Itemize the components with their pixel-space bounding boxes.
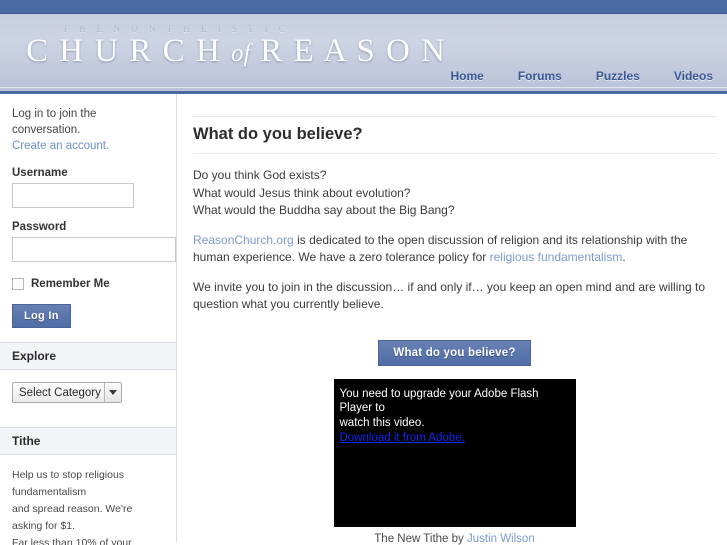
nav-item-videos[interactable]: Videos	[674, 69, 713, 83]
remember-me-row[interactable]: Remember Me	[12, 278, 166, 290]
remember-me-label: Remember Me	[31, 278, 110, 290]
main-content: What do you believe? Do you think God ex…	[177, 94, 727, 545]
title-bottom-divider	[193, 153, 716, 154]
fundamentalism-link[interactable]: religious fundamentalism	[490, 250, 623, 264]
site-logo-title: C H U R C H of R E A S O N	[26, 33, 445, 70]
main-navigation: Home Forums Puzzles Videos	[450, 69, 713, 83]
flash-message-line-2: watch this video.	[339, 416, 425, 429]
video-caption: The New Tithe by Justin Wilson	[193, 533, 716, 545]
invitation-paragraph: We invite you to join in the discussion……	[193, 279, 706, 312]
question-3: What would the Buddha say about the Big …	[193, 203, 455, 217]
question-1: Do you think God exists?	[193, 168, 327, 182]
sidebar: Log in to join the conversation. Create …	[0, 94, 177, 545]
login-panel: Log in to join the conversation. Create …	[0, 94, 176, 328]
flash-upgrade-message: You need to upgrade your Adobe Flash Pla…	[340, 387, 570, 431]
video-section: You need to upgrade your Adobe Flash Pla…	[193, 378, 716, 545]
chevron-down-icon[interactable]	[104, 383, 121, 402]
login-button[interactable]: Log In	[12, 304, 71, 328]
page-title: What do you believe?	[193, 125, 363, 143]
site-header: · T H E N O N T H E I S T I C · C H U R …	[0, 14, 727, 94]
question-2: What would Jesus think about evolution?	[193, 185, 411, 200]
what-do-you-believe-button[interactable]: What do you believe?	[378, 339, 531, 366]
tithe-section-body: Help us to stop religious fundamentalism…	[0, 455, 176, 545]
login-intro-text: Log in to join the conversation.	[12, 108, 97, 136]
tithe-line-1: Help us to stop religious fundamentalism	[12, 469, 125, 498]
flash-message-line-1: You need to upgrade your Adobe Flash Pla…	[339, 387, 539, 415]
video-player[interactable]: You need to upgrade your Adobe Flash Pla…	[333, 378, 576, 527]
remember-me-checkbox[interactable]	[12, 278, 24, 290]
cta-row: What do you believe?	[193, 339, 716, 366]
login-intro: Log in to join the conversation. Create …	[12, 106, 166, 154]
tithe-line-3: Far less than 10% of your income. ;)	[12, 537, 132, 545]
username-input[interactable]	[12, 183, 134, 208]
question-list: Do you think God exists? What would Jesu…	[193, 167, 716, 220]
top-accent-bar	[0, 0, 727, 14]
site-logo-title-of: of	[231, 40, 251, 67]
video-author-link[interactable]: Justin Wilson	[467, 533, 535, 545]
intro-paragraph: ReasonChurch.org is dedicated to the ope…	[193, 232, 716, 267]
category-select-value: Select Category	[19, 386, 101, 399]
nav-item-forums[interactable]: Forums	[518, 69, 562, 83]
nav-item-home[interactable]: Home	[450, 69, 483, 83]
password-label: Password	[12, 221, 67, 233]
page-body: Log in to join the conversation. Create …	[0, 94, 727, 545]
nav-item-puzzles[interactable]: Puzzles	[596, 69, 640, 83]
explore-section-heading: Explore	[0, 342, 176, 370]
tithe-description: Help us to stop religious fundamentalism…	[12, 467, 164, 545]
tithe-line-2: and spread reason. We're asking for $1.	[12, 503, 133, 532]
adobe-download-link[interactable]: Download it from Adobe.	[340, 432, 465, 444]
category-select[interactable]: Select Category	[12, 382, 122, 403]
video-caption-text: The New Tithe by	[374, 532, 467, 545]
explore-section-body: Select Category	[0, 370, 176, 413]
create-account-link[interactable]: Create an account.	[12, 140, 109, 152]
intro-paragraph-end: .	[622, 250, 626, 264]
reasonchurch-link[interactable]: ReasonChurch.org	[193, 233, 294, 247]
site-logo-title-second: R E A S O N	[260, 33, 447, 69]
site-logo[interactable]: · T H E N O N T H E I S T I C · C H U R …	[26, 24, 445, 70]
page-root: · T H E N O N T H E I S T I C · C H U R …	[0, 0, 727, 545]
username-label: Username	[12, 167, 68, 179]
site-logo-title-first: C H U R C H	[26, 33, 222, 69]
tithe-section-heading: Tithe	[0, 427, 176, 455]
password-input[interactable]	[12, 237, 176, 262]
